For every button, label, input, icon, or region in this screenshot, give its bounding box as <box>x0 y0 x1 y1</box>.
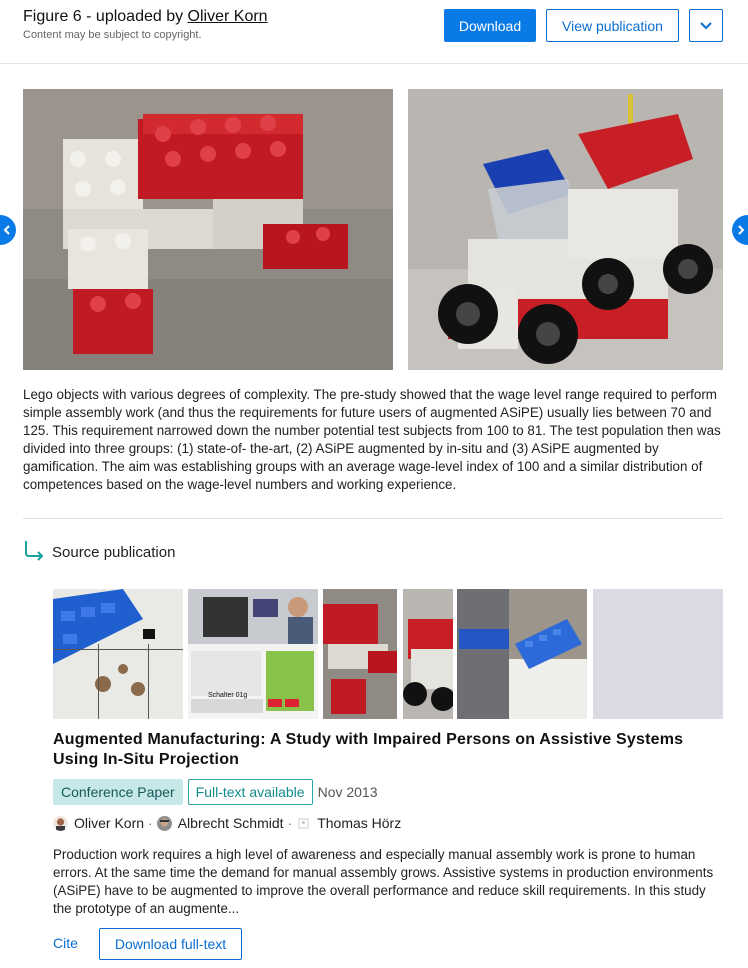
avatar <box>156 815 172 831</box>
chevron-left-icon <box>3 225 10 235</box>
thumbnail-5[interactable] <box>457 589 587 719</box>
author-2[interactable]: Albrecht Schmidt <box>156 815 284 831</box>
author-separator: · <box>287 815 293 831</box>
thumbnail-4[interactable] <box>403 589 453 719</box>
arrow-return-icon <box>25 540 44 561</box>
author-1[interactable]: Oliver Korn <box>53 815 144 831</box>
download-fulltext-button[interactable]: Download full-text <box>99 928 242 960</box>
user-placeholder-icon <box>296 816 311 831</box>
author-name: Oliver Korn <box>74 815 145 831</box>
copyright-note: Content may be subject to copyright. <box>23 29 202 41</box>
fulltext-available-badge[interactable]: Full-text available <box>187 779 313 805</box>
source-publication-heading: Source publication <box>23 538 175 561</box>
figure-image-left[interactable] <box>23 89 393 370</box>
publication-date: Nov 2013 <box>317 784 378 800</box>
publication-type-badge: Conference Paper <box>53 779 183 805</box>
view-publication-button[interactable]: View publication <box>546 9 679 42</box>
publication-title[interactable]: Augmented Manufacturing: A Study with Im… <box>53 730 723 770</box>
figure-header: Figure 6 - uploaded by Oliver Korn Conte… <box>0 0 748 64</box>
next-figure-button[interactable] <box>732 215 748 245</box>
thumbnail-1[interactable] <box>53 589 183 719</box>
cite-link[interactable]: Cite <box>53 935 78 951</box>
thumbnail-3[interactable] <box>323 589 397 719</box>
author-list: Oliver Korn · Albrecht Schmidt · Thomas … <box>53 815 401 831</box>
section-divider <box>23 518 723 519</box>
author-separator: · <box>148 815 153 831</box>
thumbnail-2-label: Schalter 01g <box>208 692 247 699</box>
avatar <box>53 815 68 831</box>
previous-figure-button[interactable] <box>0 215 16 245</box>
thumbnail-6[interactable] <box>593 589 723 719</box>
download-button[interactable]: Download <box>444 9 536 42</box>
more-options-button[interactable] <box>689 9 723 42</box>
figure-caption: Lego objects with various degrees of com… <box>23 387 721 492</box>
publication-badges: Conference Paper Full-text available Nov… <box>53 779 378 805</box>
author-3[interactable]: Thomas Hörz <box>296 815 401 831</box>
thumbnail-2[interactable]: Schalter 01g <box>188 589 318 719</box>
figure-title-prefix: Figure 6 - uploaded by <box>23 8 188 25</box>
author-name: Albrecht Schmidt <box>177 815 284 831</box>
source-publication-label: Source publication <box>52 544 176 561</box>
uploader-link[interactable]: Oliver Korn <box>188 8 268 25</box>
chevron-right-icon <box>738 225 745 235</box>
figure-image-right[interactable] <box>408 89 723 370</box>
publication-abstract: Production work requires a high level of… <box>53 847 714 916</box>
author-name: Thomas Hörz <box>317 815 402 831</box>
chevron-down-icon <box>700 21 712 29</box>
figure-title: Figure 6 - uploaded by Oliver Korn <box>23 8 268 26</box>
